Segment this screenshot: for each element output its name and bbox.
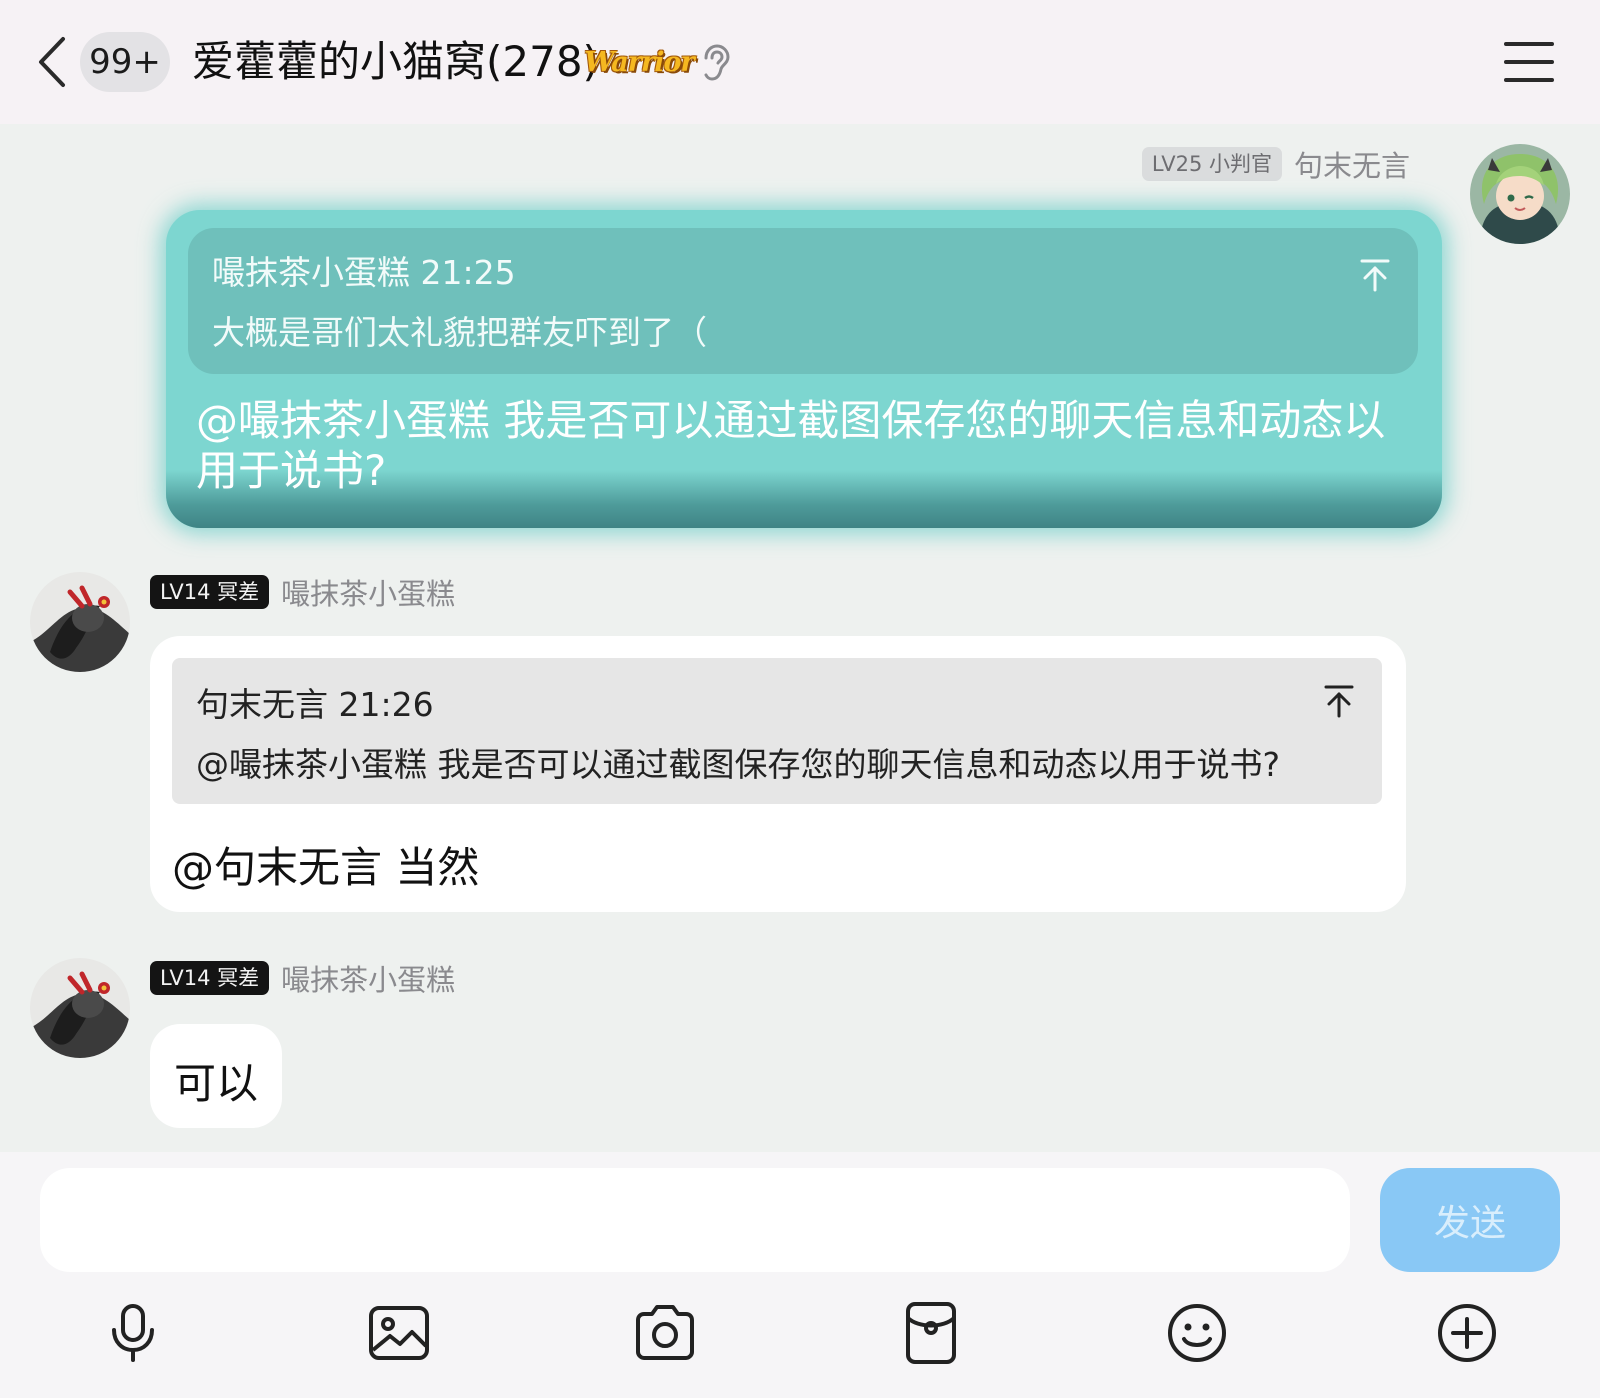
message-bubble[interactable]: 句末无言 21:26 @嘬抹茶小蛋糕 我是否可以通过截图保存您的聊天信息和动态以… (150, 636, 1406, 912)
sender-name[interactable]: 嘬抹茶小蛋糕 (281, 571, 455, 613)
warrior-badge: Warrior (584, 46, 694, 78)
quote-text: @嘬抹茶小蛋糕 我是否可以通过截图保存您的聊天信息和动态以用于说书? (196, 745, 1281, 784)
image-icon[interactable] (366, 1300, 432, 1366)
message-input[interactable] (40, 1168, 1350, 1272)
message-meta: LV25 小判官 句末无言 (1141, 143, 1410, 185)
avatar[interactable] (1470, 144, 1570, 244)
red-packet-icon[interactable] (898, 1300, 964, 1366)
unread-count-badge[interactable]: 99+ (80, 32, 170, 92)
message-text: @句末无言 当然 (172, 843, 480, 892)
message-meta: LV14 冥差 嘬抹茶小蛋糕 (150, 957, 455, 999)
back-button[interactable] (30, 34, 74, 90)
emoji-icon[interactable] (1164, 1300, 1230, 1366)
jump-to-top-icon[interactable] (1324, 684, 1354, 718)
chevron-left-icon (39, 37, 65, 87)
chat-header: 99+ 爱藿藿的小猫窝(278) Warrior (0, 0, 1600, 124)
quoted-message[interactable]: 句末无言 21:26 @嘬抹茶小蛋糕 我是否可以通过截图保存您的聊天信息和动态以… (172, 658, 1382, 804)
message-bubble-self[interactable]: 嘬抹茶小蛋糕 21:25 大概是哥们太礼貌把群友吓到了（ @嘬抹茶小蛋糕 我是否… (166, 210, 1442, 528)
send-button[interactable]: 发送 (1380, 1168, 1560, 1272)
menu-button[interactable] (1504, 40, 1554, 84)
quote-header: 嘬抹茶小蛋糕 21:25 (212, 253, 516, 292)
message-meta: LV14 冥差 嘬抹茶小蛋糕 (150, 571, 455, 613)
message-text: 可以 (174, 1059, 259, 1108)
camera-icon[interactable] (632, 1300, 698, 1366)
sender-name[interactable]: 句末无言 (1294, 143, 1410, 185)
hamburger-icon (1504, 42, 1554, 82)
message-text: @嘬抹茶小蛋糕 我是否可以通过截图保存您的聊天信息和动态以用于说书? (196, 396, 1386, 495)
composer: 发送 (0, 1152, 1600, 1398)
message-bubble[interactable]: 可以 (150, 1024, 282, 1128)
quote-header: 句末无言 21:26 (196, 685, 434, 724)
sender-name[interactable]: 嘬抹茶小蛋糕 (281, 957, 455, 999)
ear-icon[interactable] (700, 44, 732, 82)
microphone-icon[interactable] (100, 1300, 166, 1366)
level-badge: LV25 小判官 (1141, 147, 1282, 181)
level-badge: LV14 冥差 (150, 575, 270, 609)
quote-text: 大概是哥们太礼貌把群友吓到了（ (212, 313, 707, 352)
avatar[interactable] (30, 572, 130, 672)
plus-icon[interactable] (1434, 1300, 1500, 1366)
quoted-message[interactable]: 嘬抹茶小蛋糕 21:25 大概是哥们太礼貌把群友吓到了（ (188, 228, 1418, 374)
jump-to-top-icon[interactable] (1360, 258, 1390, 292)
level-badge: LV14 冥差 (150, 961, 270, 995)
avatar[interactable] (30, 958, 130, 1058)
page-title[interactable]: 爱藿藿的小猫窝(278) (192, 30, 599, 94)
